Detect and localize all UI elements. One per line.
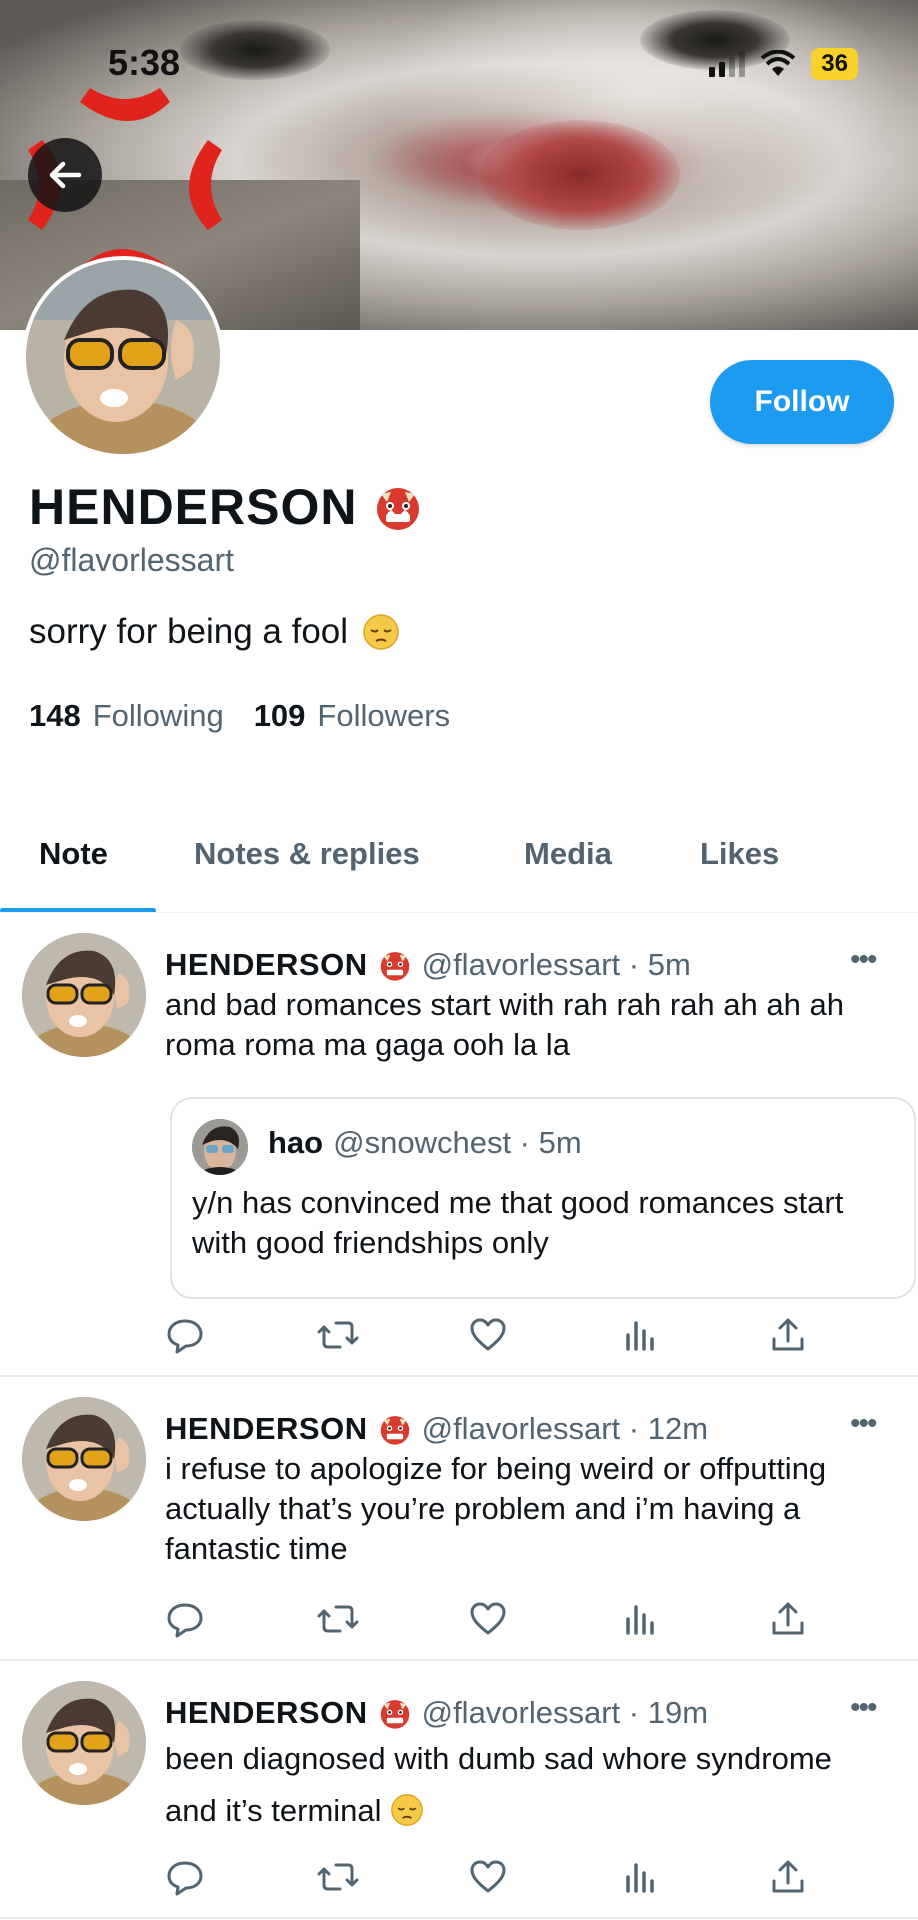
views-icon[interactable] (620, 1599, 660, 1639)
profile-name-row: HENDERSON (29, 478, 423, 536)
quoted-meta: @snowchest · 5m (333, 1125, 582, 1160)
post-text: i refuse to apologize for being weird or… (165, 1451, 827, 1566)
post-header: HENDERSON @flavorlessart · 5m (165, 947, 691, 983)
profile-handle: @flavorlessart (29, 542, 234, 578)
quoted-author-name: hao (268, 1125, 324, 1160)
ogre-emoji-icon (378, 1412, 412, 1446)
post-meta: @flavorlessart · 12m (421, 1411, 709, 1446)
status-time: 5:38 (108, 42, 181, 83)
following-label: Following (92, 698, 224, 733)
following-count-link[interactable]: 148 Following (29, 698, 224, 734)
profile-name: HENDERSON (29, 479, 358, 535)
profile-avatar-image (26, 260, 220, 454)
profile-bio-row: sorry for being a fool (29, 612, 400, 652)
post-meta: @flavorlessart · 19m (421, 1695, 709, 1730)
follow-button[interactable]: Follow (710, 360, 894, 444)
post-avatar[interactable] (22, 1397, 146, 1521)
post-actions (0, 1315, 918, 1365)
like-icon[interactable] (468, 1599, 508, 1639)
reply-icon[interactable] (165, 1857, 205, 1897)
more-options-button[interactable]: ••• (850, 1407, 877, 1441)
followers-label: Followers (317, 698, 451, 733)
post-text-content: been diagnosed with dumb sad whore syndr… (165, 1741, 832, 1828)
repost-icon[interactable] (316, 1315, 359, 1355)
ogre-emoji-icon (378, 1696, 412, 1730)
battery-indicator: 36 (811, 48, 858, 80)
more-options-button[interactable]: ••• (850, 1691, 877, 1725)
pensive-face-icon (363, 614, 399, 650)
quoted-post[interactable]: hao @snowchest · 5m y/n has convinced me… (170, 1097, 916, 1299)
more-options-button[interactable]: ••• (850, 943, 877, 977)
ogre-emoji-icon (377, 488, 420, 530)
repost-icon[interactable] (316, 1857, 359, 1897)
profile-tabs: Note Notes & replies Media Likes (0, 820, 918, 913)
back-button[interactable] (28, 138, 102, 212)
back-arrow-icon (49, 161, 82, 189)
status-icons: 36 (709, 48, 858, 80)
post-avatar-image (22, 1681, 146, 1805)
views-icon[interactable] (620, 1857, 660, 1897)
reply-icon[interactable] (165, 1599, 205, 1639)
followers-count-link[interactable]: 109 Followers (254, 698, 450, 734)
tab-likes[interactable]: Likes (700, 836, 779, 872)
tab-media[interactable]: Media (524, 836, 612, 872)
ogre-emoji-icon (378, 948, 412, 982)
post-avatar-image (22, 1397, 146, 1521)
quoted-avatar (192, 1119, 248, 1175)
share-icon[interactable] (768, 1599, 808, 1639)
wifi-icon (761, 50, 796, 76)
views-icon[interactable] (620, 1315, 660, 1355)
post-actions (0, 1599, 918, 1649)
profile-bio: sorry for being a fool (29, 612, 349, 651)
post-author-name: HENDERSON (165, 947, 368, 982)
tab-notes-replies[interactable]: Notes & replies (194, 836, 420, 872)
signal-icon (709, 51, 746, 77)
like-icon[interactable] (468, 1857, 508, 1897)
post-3[interactable]: HENDERSON @flavorlessart · 19m ••• been … (0, 1661, 918, 1919)
like-icon[interactable] (468, 1315, 508, 1355)
post-text: and bad romances start with rah rah rah … (165, 987, 844, 1062)
post-avatar[interactable] (22, 1681, 146, 1805)
post-meta: @flavorlessart · 5m (421, 947, 691, 982)
status-bar: 5:38 36 (0, 42, 918, 83)
share-icon[interactable] (768, 1315, 808, 1355)
reply-icon[interactable] (165, 1315, 205, 1355)
post-1[interactable]: HENDERSON @flavorlessart · 5m ••• and ba… (0, 913, 918, 1377)
tab-note[interactable]: Note (39, 836, 108, 872)
following-count: 148 (29, 698, 81, 733)
profile-avatar[interactable] (22, 256, 224, 458)
post-avatar-image (22, 933, 146, 1057)
followers-count: 109 (253, 698, 306, 733)
banner-cat-mouth (480, 120, 680, 230)
repost-icon[interactable] (316, 1599, 359, 1639)
share-icon[interactable] (768, 1857, 808, 1897)
post-header: HENDERSON @flavorlessart · 12m (165, 1411, 708, 1447)
post-header: HENDERSON @flavorlessart · 19m (165, 1695, 708, 1731)
post-avatar[interactable] (22, 933, 146, 1057)
pensive-face-icon (391, 1794, 424, 1826)
profile-counts: 148 Following 109 Followers (29, 698, 450, 734)
post-actions (0, 1857, 918, 1907)
quoted-text: y/n has convinced me that good romances … (192, 1185, 844, 1260)
post-text: been diagnosed with dumb sad whore syndr… (165, 1733, 885, 1837)
post-author-name: HENDERSON (165, 1411, 368, 1446)
post-author-name: HENDERSON (165, 1695, 368, 1730)
post-2[interactable]: HENDERSON @flavorlessart · 12m ••• i ref… (0, 1377, 918, 1661)
quoted-header: hao @snowchest · 5m (268, 1125, 582, 1161)
